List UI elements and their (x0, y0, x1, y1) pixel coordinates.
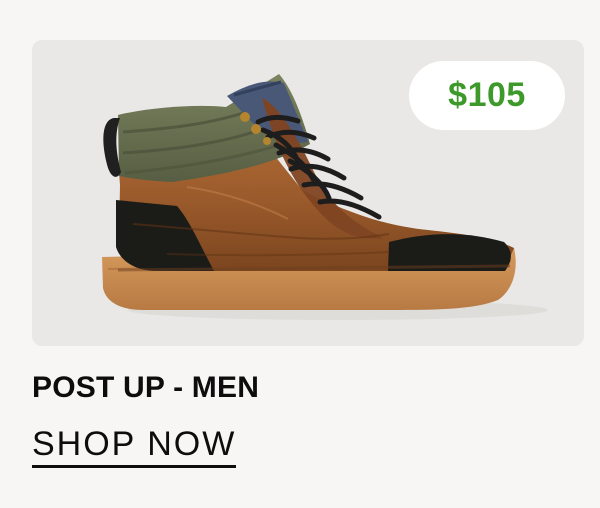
shop-now-link[interactable]: SHOP NOW (32, 424, 237, 468)
product-name[interactable]: POST UP - MEN (32, 369, 259, 407)
price-badge: $105 (409, 61, 565, 130)
product-card: $105 POST UP - MEN SHOP NOW (0, 0, 600, 508)
